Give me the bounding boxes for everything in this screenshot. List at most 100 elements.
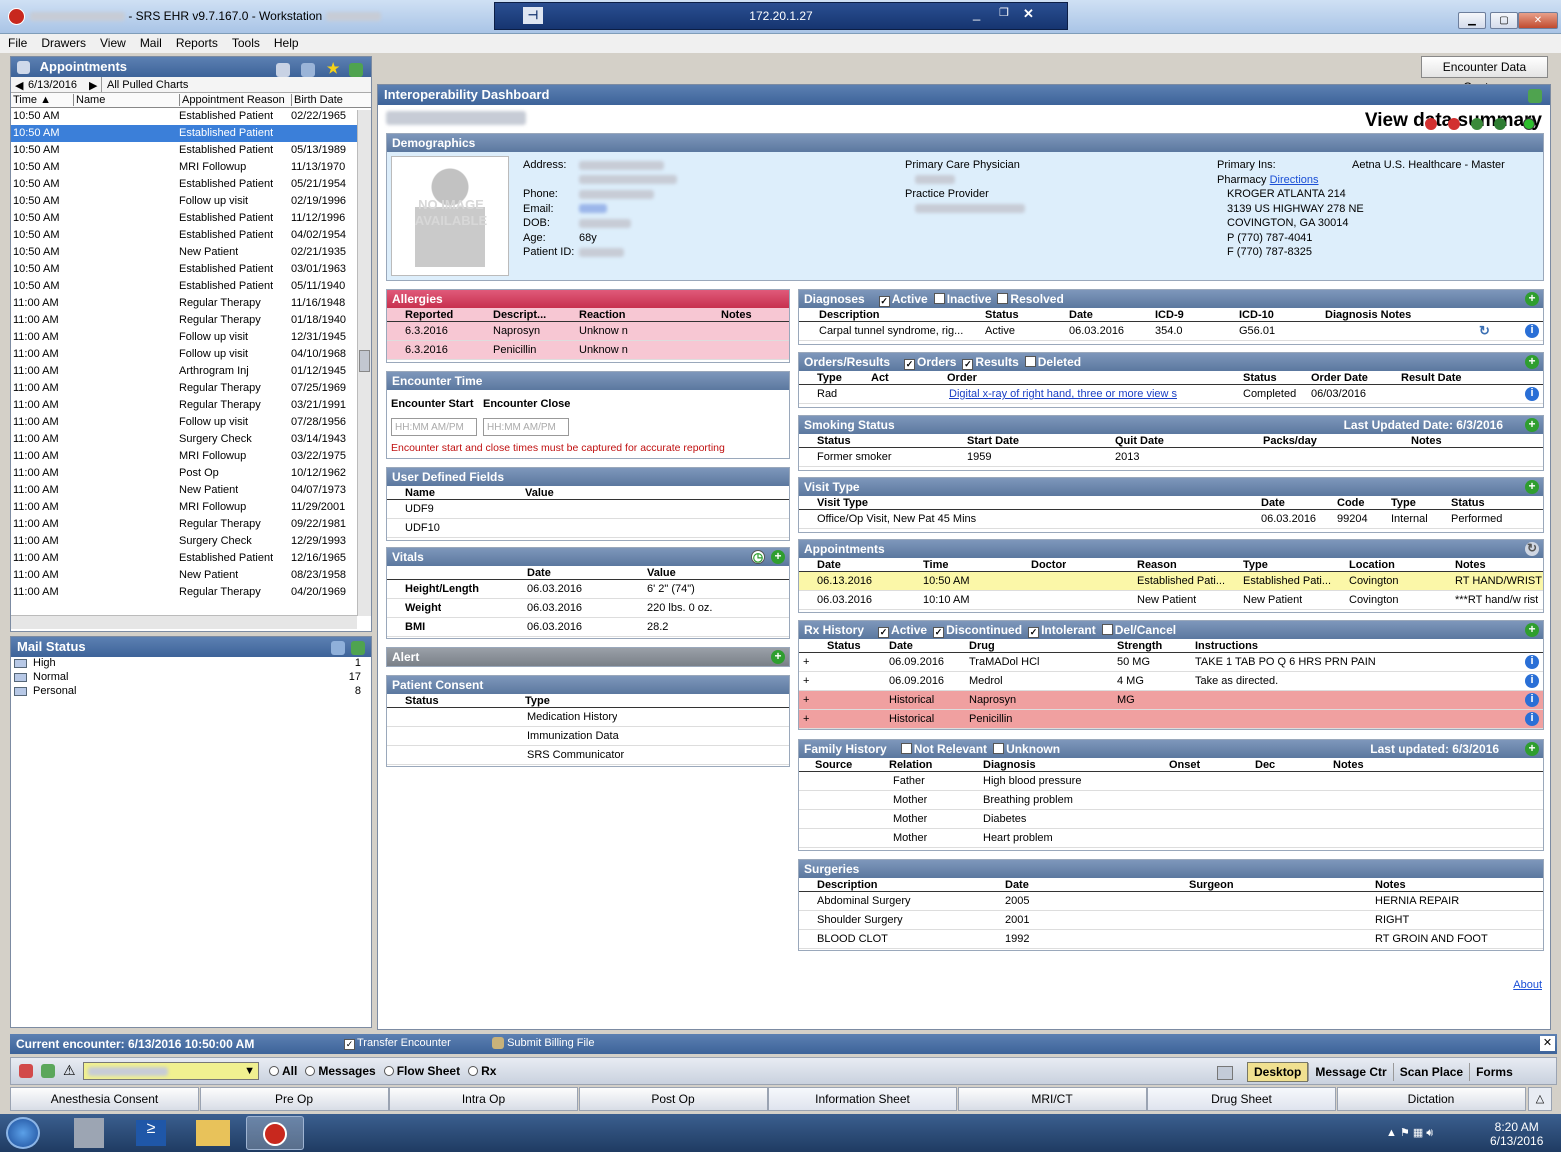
menu-tools[interactable]: Tools xyxy=(224,34,266,50)
appointment-row[interactable]: 10:50 AM Established Patient 05/13/1989 xyxy=(11,142,357,159)
appointment-row[interactable]: 11:00 AM MRI Followup 11/29/2001 xyxy=(11,499,357,516)
encounter-close-icon[interactable]: ✕ xyxy=(1540,1036,1555,1051)
rx-add-icon[interactable]: + xyxy=(1525,623,1539,637)
close-button[interactable]: ✕ xyxy=(1518,12,1558,29)
powershell-icon[interactable]: ≥ xyxy=(136,1120,166,1146)
appointment-row[interactable]: 11:00 AM Follow up visit 04/10/1968 xyxy=(11,346,357,363)
minimize-remote-icon[interactable]: _ xyxy=(973,6,980,21)
flag-i-icon[interactable] xyxy=(1424,118,1437,130)
appt-col-header[interactable]: Birth Date xyxy=(291,94,343,106)
start-button[interactable] xyxy=(6,1117,40,1149)
toolbar-scan-place[interactable]: Scan Place xyxy=(1392,1063,1469,1081)
appointment-row[interactable]: 11:00 AM New Patient 04/07/1973 xyxy=(11,482,357,499)
filter-discontinued[interactable]: ✓ Discontinued xyxy=(927,623,1022,638)
encounter-close-input[interactable]: HH:MM AM/PM xyxy=(483,418,569,436)
vitals-add-icon[interactable]: + xyxy=(771,550,785,564)
filter-deleted[interactable]: Deleted xyxy=(1019,355,1081,369)
allergy-row[interactable]: 6.3.2016 Naprosyn Unknow n xyxy=(387,322,789,341)
udf-row[interactable]: UDF9 xyxy=(387,500,789,519)
encounter-start-input[interactable]: HH:MM AM/PM xyxy=(391,418,477,436)
directions-link[interactable]: Directions xyxy=(1270,174,1319,186)
menu-drawers[interactable]: Drawers xyxy=(33,34,92,50)
appointments-refresh-icon[interactable]: ↻ xyxy=(1525,542,1539,556)
dashboard-refresh-icon[interactable] xyxy=(1528,89,1542,103)
toolbar-forms[interactable]: Forms xyxy=(1469,1063,1519,1081)
tab-information-sheet[interactable]: Information Sheet xyxy=(768,1087,957,1111)
appointment-row[interactable]: 06.03.2016 10:10 AM New Patient New Patient… xyxy=(799,591,1543,610)
family-row[interactable]: Mother Diabetes xyxy=(799,810,1543,829)
vital-row[interactable]: BMI 06.03.2016 28.2 xyxy=(387,618,789,637)
rx-row[interactable]: +✓06.09.2016TraMADol HCl50 MGTAKE 1 TAB … xyxy=(799,653,1543,672)
tab-post-op[interactable]: Post Op xyxy=(578,1087,768,1111)
appointment-row[interactable]: 10:50 AM Established Patient 11/12/1996 xyxy=(11,210,357,227)
menu-reports[interactable]: Reports xyxy=(168,34,224,50)
mail-alert-icon[interactable] xyxy=(19,1064,33,1078)
filter-results[interactable]: ✓ Results xyxy=(956,355,1019,370)
maximize-button[interactable]: ▢ xyxy=(1490,12,1518,29)
filter-active[interactable]: ✓ Active xyxy=(872,623,927,638)
surgery-row[interactable]: Abdominal Surgery 2005 HERNIA REPAIR xyxy=(799,892,1543,911)
appointment-row[interactable]: 10:50 AM Established Patient 04/02/1954 xyxy=(11,227,357,244)
family-row[interactable]: Mother Heart problem xyxy=(799,829,1543,848)
tab-mri-ct[interactable]: MRI/CT xyxy=(957,1087,1147,1111)
appointment-row[interactable]: 11:00 AM Follow up visit 07/28/1956 xyxy=(11,414,357,431)
appointment-row[interactable]: 10:50 AM Established Patient xyxy=(11,125,357,142)
filter-active[interactable]: ✓ Active xyxy=(873,292,928,307)
explorer-icon[interactable] xyxy=(196,1120,230,1146)
appointment-row[interactable]: 11:00 AM Surgery Check 03/14/1943 xyxy=(11,431,357,448)
filter-inactive[interactable]: Inactive xyxy=(928,292,991,306)
order-cell[interactable]: Digital x-ray of right hand, three or mo… xyxy=(949,388,1177,400)
appointment-row[interactable]: 06.13.2016 10:50 AM Established Pati... Est… xyxy=(799,572,1543,591)
appointment-row[interactable]: 11:00 AM Regular Therapy 07/25/1969 xyxy=(11,380,357,397)
diagnosis-row[interactable]: Carpal tunnel syndrome, rig... Active 06.0… xyxy=(799,322,1543,341)
appointment-row[interactable]: 11:00 AM Established Patient 12/16/1965 xyxy=(11,550,357,567)
visit-add-icon[interactable]: + xyxy=(1525,480,1539,494)
mail-refresh-icon[interactable] xyxy=(351,641,365,655)
appt-col-header[interactable]: Name xyxy=(73,94,105,106)
appt-col-header[interactable]: Time ▲ xyxy=(13,94,51,106)
allergy-row[interactable]: 6.3.2016 Penicillin Unknow n xyxy=(387,341,789,360)
mail-item-high[interactable]: High 1 xyxy=(11,657,371,671)
appointment-row[interactable]: 10:50 AM MRI Followup 11/13/1970 xyxy=(11,159,357,176)
flag-d-icon[interactable] xyxy=(1493,118,1506,130)
tabs-scroll-up-icon[interactable]: △ xyxy=(1528,1087,1552,1111)
udf-row[interactable]: UDF10 xyxy=(387,519,789,538)
mail-flag-icon[interactable] xyxy=(1470,118,1483,130)
family-add-icon[interactable]: + xyxy=(1525,742,1539,756)
system-clock[interactable]: 8:20 AM 6/13/2016 xyxy=(1490,1120,1543,1148)
tab-pre-op[interactable]: Pre Op xyxy=(199,1087,389,1111)
check-mail-icon[interactable] xyxy=(41,1064,55,1078)
appointment-row[interactable]: 11:00 AM Regular Therapy 09/22/1981 xyxy=(11,516,357,533)
consent-row[interactable]: ✓SRS Communicator xyxy=(387,746,789,765)
prev-date-arrow-icon[interactable]: ◀ xyxy=(15,79,23,92)
tab-anesthesia-consent[interactable]: Anesthesia Consent xyxy=(10,1087,199,1111)
appointment-row[interactable]: 10:50 AM Established Patient 02/22/1965 xyxy=(11,108,357,125)
tab-dictation[interactable]: Dictation xyxy=(1336,1087,1526,1111)
radio-flow-sheet[interactable]: Flow Sheet xyxy=(383,1064,460,1078)
radio-messages[interactable]: Messages xyxy=(305,1064,376,1078)
smoking-row[interactable]: Former smoker 1959 2013 xyxy=(799,448,1543,467)
menu-mail[interactable]: Mail xyxy=(132,34,168,50)
tab-intra-op[interactable]: Intra Op xyxy=(389,1087,578,1111)
visit-row[interactable]: Office/Op Visit, New Pat 45 Mins 06.03.20… xyxy=(799,510,1543,529)
filter-unknown[interactable]: Unknown xyxy=(987,742,1060,756)
surgery-row[interactable]: BLOOD CLOT 1992 RT GROIN AND FOOT xyxy=(799,930,1543,949)
appointment-row[interactable]: 11:00 AM New Patient 08/23/1958 xyxy=(11,567,357,584)
tab-drug-sheet[interactable]: Drug Sheet xyxy=(1147,1087,1336,1111)
grid-icon[interactable] xyxy=(1217,1066,1233,1081)
appt-col-header[interactable]: Appointment Reason xyxy=(179,94,285,106)
appointment-row[interactable]: 10:50 AM Established Patient 03/01/1963 xyxy=(11,261,357,278)
vital-row[interactable]: Weight 06.03.2016 220 lbs. 0 oz. xyxy=(387,599,789,618)
order-row[interactable]: Rad Digital x-ray of right hand, three or… xyxy=(799,385,1543,404)
chart-filter[interactable]: All Pulled Charts xyxy=(107,79,188,91)
menu-help[interactable]: Help xyxy=(266,34,305,50)
warning-icon[interactable]: ⚠ xyxy=(63,1062,76,1079)
family-row[interactable]: Father High blood pressure xyxy=(799,772,1543,791)
appointment-row[interactable]: 11:00 AM Follow up visit 12/31/1945 xyxy=(11,329,357,346)
appointment-row[interactable]: 10:50 AM Established Patient 05/11/1940 xyxy=(11,278,357,295)
next-date-arrow-icon[interactable]: ▶ xyxy=(89,79,97,92)
srs-ehr-taskbar-button[interactable] xyxy=(246,1116,304,1150)
smoking-add-icon[interactable]: + xyxy=(1525,418,1539,432)
appointment-row[interactable]: 11:00 AM MRI Followup 03/22/1975 xyxy=(11,448,357,465)
toolbar-message-ctr[interactable]: Message Ctr xyxy=(1308,1063,1392,1081)
